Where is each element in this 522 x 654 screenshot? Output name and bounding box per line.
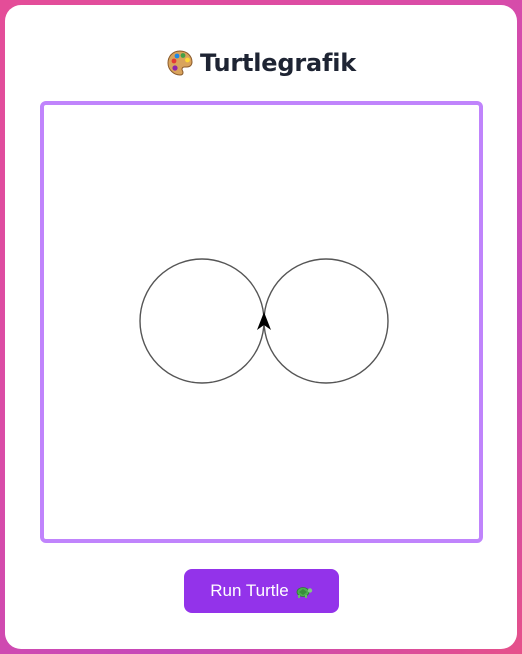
left-circle bbox=[139, 258, 265, 384]
turtle-drawing bbox=[139, 258, 389, 384]
page-header: Turtlegrafik bbox=[5, 47, 517, 79]
run-turtle-button[interactable]: Run Turtle bbox=[184, 569, 339, 613]
right-circle bbox=[263, 258, 389, 384]
turtle-canvas[interactable] bbox=[40, 101, 483, 543]
run-turtle-label: Run Turtle bbox=[210, 581, 289, 600]
palette-icon bbox=[166, 49, 194, 77]
page-title: Turtlegrafik bbox=[199, 49, 357, 77]
app-card: Turtlegrafik Run Turtle bbox=[5, 5, 517, 649]
turtle-icon bbox=[295, 583, 313, 599]
